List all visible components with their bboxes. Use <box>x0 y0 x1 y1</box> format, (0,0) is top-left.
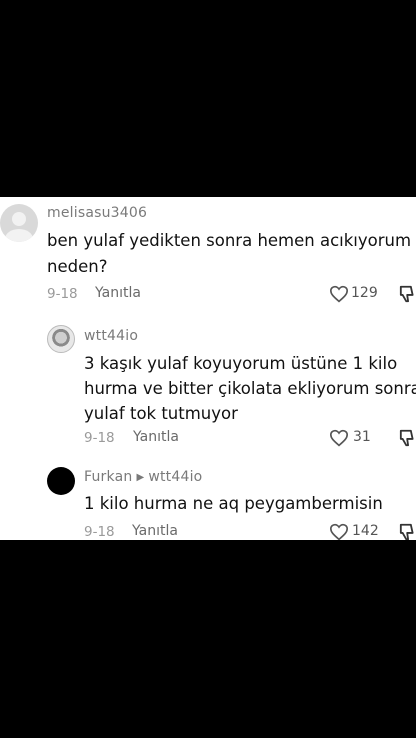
avatar[interactable] <box>0 204 38 242</box>
thumbs-down-icon[interactable] <box>399 284 416 304</box>
reply-to-username[interactable]: wtt44io <box>148 469 202 485</box>
reply-button[interactable]: Yanıtla <box>133 429 179 445</box>
comments-panel: melisasu3406 ben yulaf yedikten sonra he… <box>0 197 416 540</box>
comment-text-line: hurma ve bitter çikolata ekliyorum sonra <box>84 379 416 398</box>
reply-button[interactable]: Yanıtla <box>132 523 178 539</box>
comment-username[interactable]: Furkan ▶ wtt44io <box>84 469 202 485</box>
comment-date: 9-18 <box>47 286 78 302</box>
comment-text-line: neden? <box>47 257 108 276</box>
comment-text-line: ben yulaf yedikten sonra hemen acıkıyoru… <box>47 231 412 250</box>
thumbs-down-icon[interactable] <box>399 522 416 540</box>
heart-outline-icon[interactable] <box>329 285 349 303</box>
comment-username[interactable]: melisasu3406 <box>47 205 147 221</box>
heart-outline-icon[interactable] <box>329 429 349 447</box>
comment-username-text[interactable]: Furkan <box>84 469 132 485</box>
comment-text-line: 1 kilo hurma ne aq peygambermisin <box>84 494 383 513</box>
heart-outline-icon[interactable] <box>329 523 349 540</box>
like-count: 31 <box>353 429 371 445</box>
reply-button[interactable]: Yanıtla <box>95 285 141 301</box>
comment-text-line: 3 kaşık yulaf koyuyorum üstüne 1 kilo <box>84 354 398 373</box>
like-count: 129 <box>351 285 378 301</box>
avatar[interactable] <box>47 325 75 353</box>
thumbs-down-icon[interactable] <box>399 428 416 448</box>
comment-username[interactable]: wtt44io <box>84 328 138 344</box>
avatar[interactable] <box>47 467 75 495</box>
triangle-right-icon: ▶ <box>136 472 145 483</box>
comment-text-line: yulaf tok tutmuyor <box>84 404 238 423</box>
comment-date: 9-18 <box>84 430 115 446</box>
comment-date: 9-18 <box>84 524 115 540</box>
like-count: 142 <box>352 523 379 539</box>
